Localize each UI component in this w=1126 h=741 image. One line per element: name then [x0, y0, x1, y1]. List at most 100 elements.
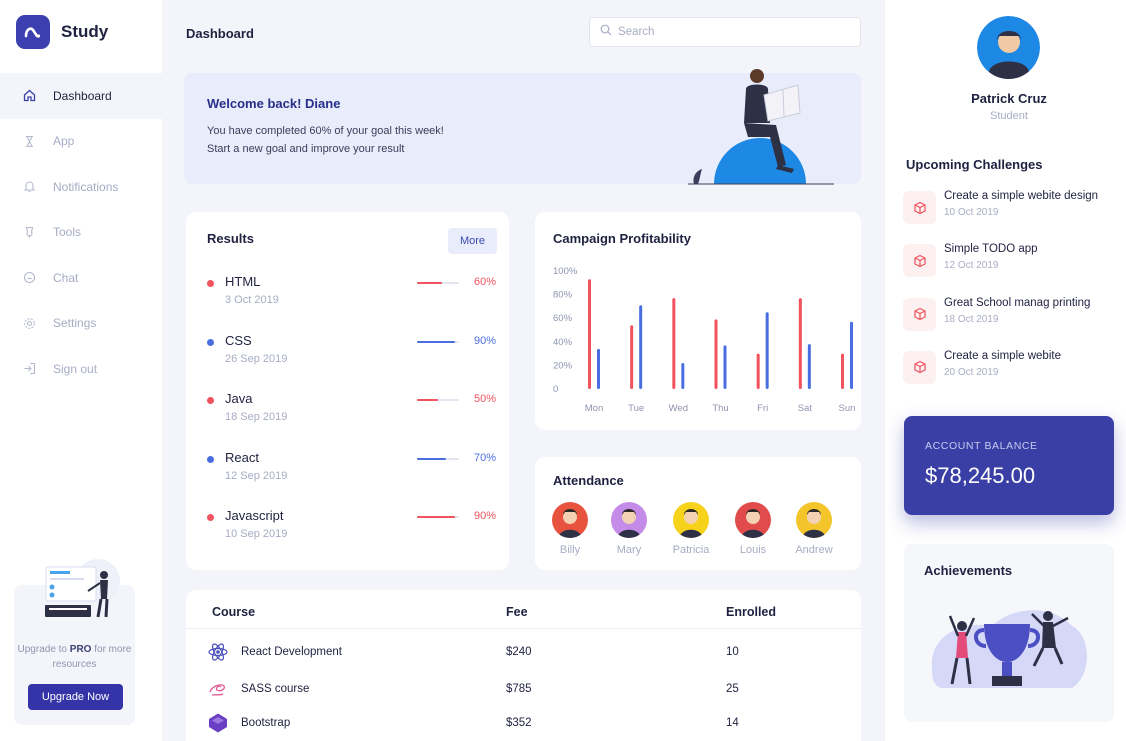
result-progress-bar [417, 516, 459, 518]
sidebar: Study Dashboard App Notifications Tools … [0, 0, 162, 741]
attendee[interactable]: Billy [540, 502, 600, 556]
welcome-line-2: Start a new goal and improve your result [207, 143, 405, 155]
sidebar-item-label: Sign out [53, 361, 98, 376]
chart-bar[interactable] [681, 363, 685, 389]
promo-text: Upgrade to PRO for more resources [17, 644, 132, 670]
chart-bar[interactable] [756, 353, 760, 389]
column-header-fee: Fee [506, 605, 528, 619]
sidebar-item-chat[interactable]: Chat [0, 255, 162, 301]
sidebar-nav: Dashboard App Notifications Tools Chat S… [0, 73, 162, 392]
chart-bar[interactable] [723, 345, 727, 389]
sidebar-item-label: Dashboard [53, 88, 112, 103]
chart-bar[interactable] [850, 321, 853, 389]
result-item[interactable]: Java 18 Sep 2019 50% [206, 390, 496, 430]
chart-bar[interactable] [672, 298, 676, 389]
result-name: Javascript [225, 508, 284, 523]
sidebar-item-settings[interactable]: Settings [0, 301, 162, 347]
search-input[interactable] [618, 26, 838, 38]
sidebar-item-label: Tools [53, 225, 82, 240]
account-balance-card[interactable]: ACCOUNT BALANCE $78,245.00 [904, 416, 1114, 515]
bell-icon [22, 180, 36, 194]
result-percent: 60% [473, 276, 496, 288]
achievements-card: Achievements [904, 544, 1114, 722]
upgrade-now-button[interactable]: Upgrade Now [28, 684, 123, 710]
course-table: Course Fee Enrolled React Development $2… [186, 590, 861, 741]
course-fee: $240 [506, 646, 532, 658]
chart-bar[interactable] [807, 344, 811, 389]
chat-icon [22, 271, 36, 285]
course-enrolled: 25 [726, 683, 739, 695]
course-enrolled: 10 [726, 646, 739, 658]
result-item[interactable]: CSS 26 Sep 2019 90% [206, 332, 496, 372]
chart-bar[interactable] [639, 305, 643, 389]
result-progress-bar [417, 457, 459, 460]
y-tick-label: 40% [553, 337, 573, 348]
profile-panel: Patrick Cruz Student Upcoming Challenges… [885, 0, 1126, 741]
attendee-name: Billy [559, 544, 581, 556]
x-tick-label: Fri [757, 403, 768, 414]
sidebar-item-tools[interactable]: Tools [0, 210, 162, 256]
sidebar-item-notifications[interactable]: Notifications [0, 164, 162, 210]
attendee-name: Andrew [795, 544, 833, 556]
result-progress-bar [417, 340, 459, 343]
y-tick-label: 100% [553, 266, 578, 277]
chart-bar[interactable] [630, 325, 634, 389]
attendee-name: Patricia [672, 544, 710, 556]
result-item[interactable]: React 12 Sep 2019 70% [206, 449, 496, 489]
course-enrolled: 14 [726, 717, 739, 729]
attendance-card: Attendance Billy Mary Patricia Louis Andrew [535, 457, 861, 570]
result-dot [207, 514, 214, 521]
challenge-date: 18 Oct 2019 [944, 313, 999, 325]
result-percent: 70% [473, 451, 496, 464]
result-item[interactable]: Javascript 10 Sep 2019 90% [206, 507, 496, 547]
result-percent: 50% [473, 393, 496, 405]
chart-bar[interactable] [588, 279, 591, 389]
attendee[interactable]: Louis [723, 502, 783, 556]
challenge-item[interactable]: Simple TODO app 12 Oct 2019 [903, 242, 1123, 284]
sidebar-item-sign-out[interactable]: Sign out [0, 346, 162, 392]
challenge-item[interactable]: Great School manag printing 18 Oct 2019 [903, 296, 1123, 338]
brand[interactable]: Study [16, 15, 108, 49]
result-progress-bar [417, 282, 459, 284]
avatar[interactable] [977, 16, 1040, 79]
gear-icon [22, 316, 36, 330]
more-button[interactable]: More [448, 228, 497, 254]
attendee[interactable]: Andrew [784, 502, 844, 556]
result-progress-bar [417, 399, 459, 401]
sidebar-item-app[interactable]: App [0, 119, 162, 165]
attendee[interactable]: Patricia [661, 502, 721, 556]
x-tick-label: Wed [669, 403, 688, 414]
column-header-enrolled: Enrolled [726, 605, 777, 619]
challenge-item[interactable]: Create a simple webite 20 Oct 2019 [903, 349, 1123, 391]
chart-bar[interactable] [765, 312, 769, 389]
chart-bar[interactable] [597, 348, 600, 389]
chart-bar[interactable] [841, 353, 844, 389]
header-divider [186, 628, 861, 629]
promo-illustration [45, 559, 120, 618]
table-row[interactable]: Bootstrap $352 14 [186, 709, 861, 739]
avatar [796, 502, 832, 538]
attendee[interactable]: Mary [599, 502, 659, 556]
campaign-card: Campaign Profitability 100% 80% 60% 40% 20% 0… [535, 212, 861, 430]
challenge-item[interactable]: Create a simple webite design 10 Oct 2019 [903, 189, 1123, 231]
sidebar-item-dashboard[interactable]: Dashboard [0, 73, 162, 119]
search-icon [600, 23, 612, 41]
avatar [552, 502, 588, 538]
table-row[interactable]: React Development $240 10 [186, 638, 861, 668]
sidebar-item-label: Settings [53, 316, 97, 331]
result-dot [207, 455, 214, 463]
result-date: 3 Oct 2019 [225, 294, 279, 306]
course-fee: $785 [506, 683, 532, 695]
result-percent: 90% [473, 334, 496, 347]
chart-bar[interactable] [798, 298, 802, 389]
challenge-date: 10 Oct 2019 [944, 207, 999, 218]
search-box[interactable] [589, 17, 861, 47]
column-header-course: Course [212, 605, 256, 619]
course-fee: $352 [506, 717, 532, 729]
table-row[interactable]: SASS course $785 25 [186, 675, 861, 705]
bootstrap-icon [209, 713, 227, 733]
chart-bar[interactable] [714, 319, 718, 389]
y-tick-label: 20% [553, 360, 573, 371]
welcome-banner: Welcome back! Diane You have completed 6… [184, 69, 861, 185]
result-item[interactable]: HTML 3 Oct 2019 60% [206, 273, 496, 313]
